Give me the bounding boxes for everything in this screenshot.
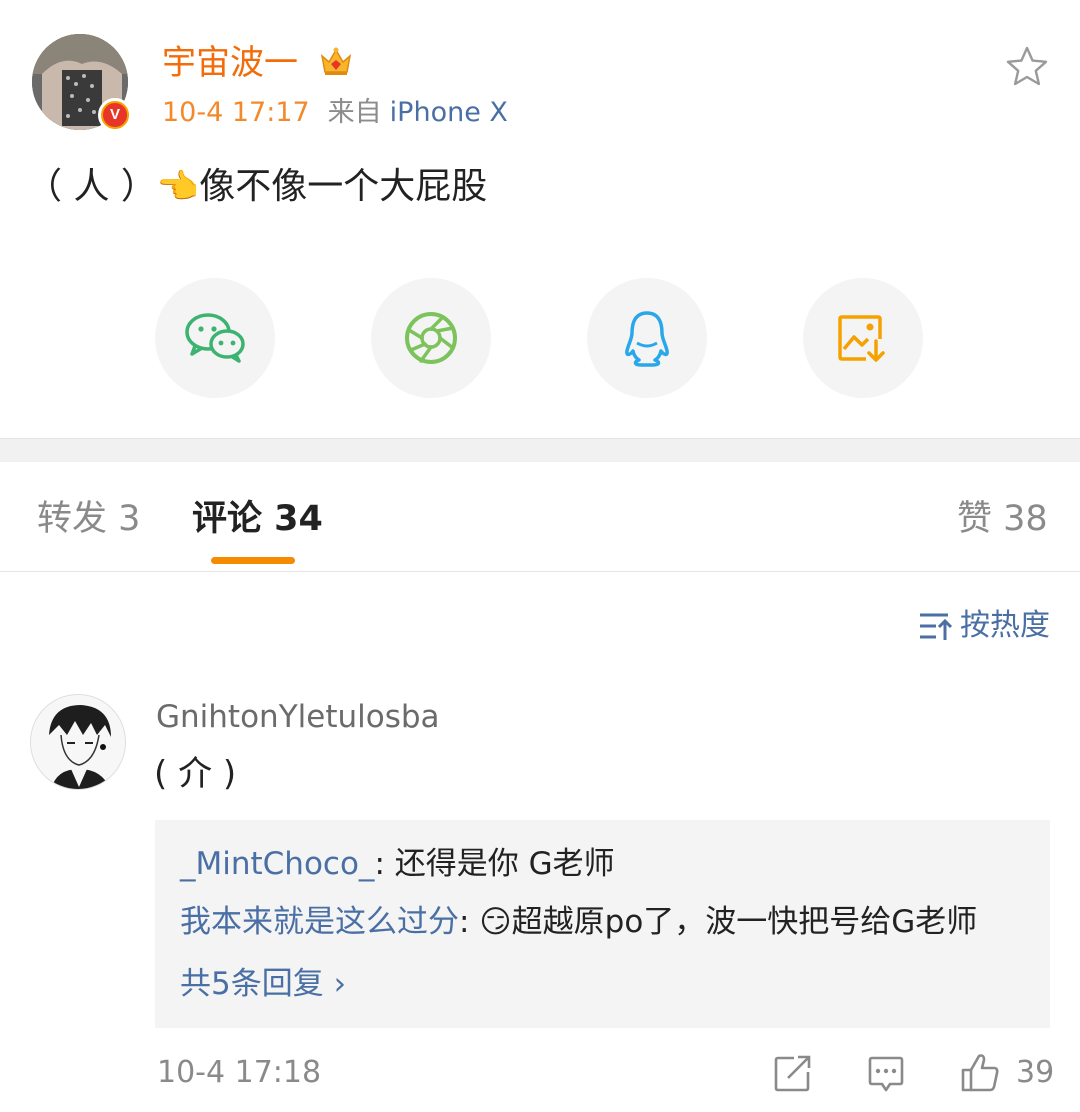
reply-text: 超越原po了，波一快把号给G老师 — [511, 904, 978, 940]
post-from-label: 来自 — [327, 97, 382, 128]
sort-label: 按热度 — [960, 608, 1050, 643]
post-text-part1: （ 人 ） — [26, 166, 157, 207]
crown-vip-icon — [318, 44, 354, 80]
reply-comment-icon[interactable] — [866, 1050, 906, 1094]
share-wechat-button[interactable] — [155, 278, 275, 398]
reply-text: 还得是你 G老师 — [394, 846, 615, 882]
author-name[interactable]: 宇宙波一 — [162, 40, 298, 86]
qq-penguin-icon — [625, 311, 669, 367]
reply-user[interactable]: _MintChoco_ — [180, 846, 374, 882]
pointing-hand-emoji: 👈 — [156, 167, 200, 207]
post-time: 10-4 17:17 — [162, 97, 310, 128]
post-device[interactable]: iPhone X — [390, 97, 508, 128]
moments-aperture-icon — [405, 312, 457, 364]
commenter-name[interactable]: GnihtonYletulosba — [156, 696, 440, 738]
sort-icon — [920, 613, 953, 640]
share-qq-button[interactable] — [587, 278, 707, 398]
commenter-avatar[interactable] — [30, 694, 126, 790]
tabs-divider — [0, 571, 1080, 572]
post-text-part2: 像不像一个大屁股 — [199, 166, 488, 207]
more-replies-link[interactable]: 共5条回复 › — [180, 962, 346, 1006]
share-save-image-button[interactable] — [803, 278, 923, 398]
comment-time: 10-4 17:18 — [157, 1055, 322, 1090]
tab-likes[interactable]: 赞 38 — [957, 496, 1048, 542]
verified-badge-icon: V — [98, 98, 132, 132]
active-tab-indicator — [211, 557, 295, 564]
post-text: （ 人 ）👈像不像一个大屁股 — [26, 164, 487, 210]
tab-comments[interactable]: 评论 34 — [192, 496, 323, 542]
section-divider — [0, 438, 1080, 462]
tab-repost[interactable]: 转发 3 — [37, 496, 140, 542]
repost-comment-icon[interactable] — [772, 1050, 812, 1094]
reply-user[interactable]: 我本来就是这么过分 — [180, 904, 459, 940]
like-count: 39 — [1016, 1055, 1055, 1090]
post-meta: 10-4 17:17 来自 iPhone X — [162, 94, 508, 132]
reply-separator: : — [459, 904, 480, 940]
reply-item[interactable]: 我本来就是这么过分: 😏超越原po了，波一快把号给G老师 — [180, 900, 977, 944]
comment-text: ( 介 ) — [154, 754, 237, 794]
save-image-icon — [838, 315, 885, 362]
sort-button[interactable]: 按热度 — [918, 606, 1050, 646]
verified-badge-letter: V — [103, 103, 127, 127]
share-moments-button[interactable] — [371, 278, 491, 398]
star-outline-icon[interactable] — [1004, 44, 1050, 90]
wechat-icon — [185, 313, 245, 363]
thumbs-up-icon[interactable] — [960, 1050, 1000, 1094]
reply-separator: : — [374, 846, 395, 882]
smirk-emoji: 😏 — [479, 904, 512, 940]
reply-item[interactable]: _MintChoco_: 还得是你 G老师 — [180, 842, 615, 886]
